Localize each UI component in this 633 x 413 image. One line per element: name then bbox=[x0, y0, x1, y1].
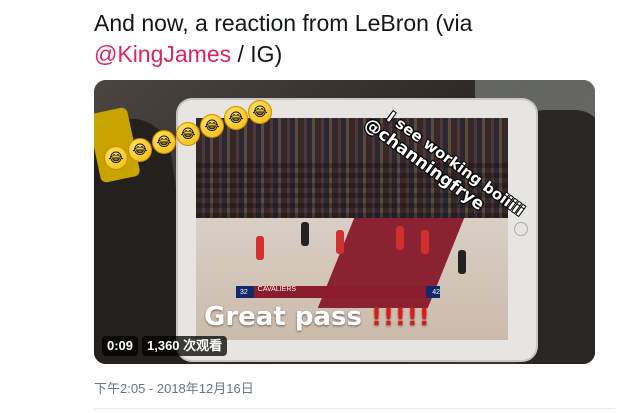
emoji-row: 😂 😂 😂 😂 😂 😂 😂 bbox=[104, 100, 274, 170]
laughing-emoji-icon: 😂 bbox=[248, 100, 272, 124]
player-figure bbox=[336, 230, 344, 254]
laughing-emoji-icon: 😂 bbox=[104, 146, 128, 170]
tweet-timestamp[interactable]: 下午2:05 - 2018年12月16日 bbox=[94, 378, 254, 397]
tweet-text-main: And now, a reaction from LeBron (via bbox=[94, 10, 473, 36]
video-player[interactable]: 32 CAVALIERS 42 😂 😂 😂 😂 😂 😂 😂 I see work… bbox=[94, 80, 595, 364]
player-figure bbox=[396, 226, 404, 250]
player-figure bbox=[256, 236, 264, 260]
exclamation-marks: !!!!! bbox=[371, 303, 431, 331]
player-figure bbox=[458, 250, 466, 274]
laughing-emoji-icon: 😂 bbox=[152, 130, 176, 154]
player-figure bbox=[301, 222, 309, 246]
video-views-badge: 1,360 次观看 bbox=[142, 336, 228, 356]
laughing-emoji-icon: 😂 bbox=[200, 114, 224, 138]
tweet-text-tail: / IG) bbox=[231, 41, 283, 67]
home-team-name: CAVALIERS bbox=[253, 286, 427, 298]
home-score: 42 bbox=[432, 288, 440, 296]
tweet-text: And now, a reaction from LeBron (via @Ki… bbox=[94, 8, 614, 70]
divider bbox=[94, 408, 615, 409]
scoreboard: 32 CAVALIERS 42 bbox=[236, 286, 440, 298]
laughing-emoji-icon: 😂 bbox=[128, 138, 152, 162]
laughing-emoji-icon: 😂 bbox=[224, 106, 248, 130]
laughing-emoji-icon: 😂 bbox=[176, 122, 200, 146]
great-pass-caption: Great pass !!!!! bbox=[204, 302, 431, 332]
away-score: 32 bbox=[240, 288, 248, 296]
video-duration-badge: 0:09 bbox=[102, 336, 139, 356]
player-figure bbox=[421, 230, 429, 254]
mention-link[interactable]: @KingJames bbox=[94, 41, 231, 67]
great-pass-text: Great pass bbox=[204, 302, 362, 332]
